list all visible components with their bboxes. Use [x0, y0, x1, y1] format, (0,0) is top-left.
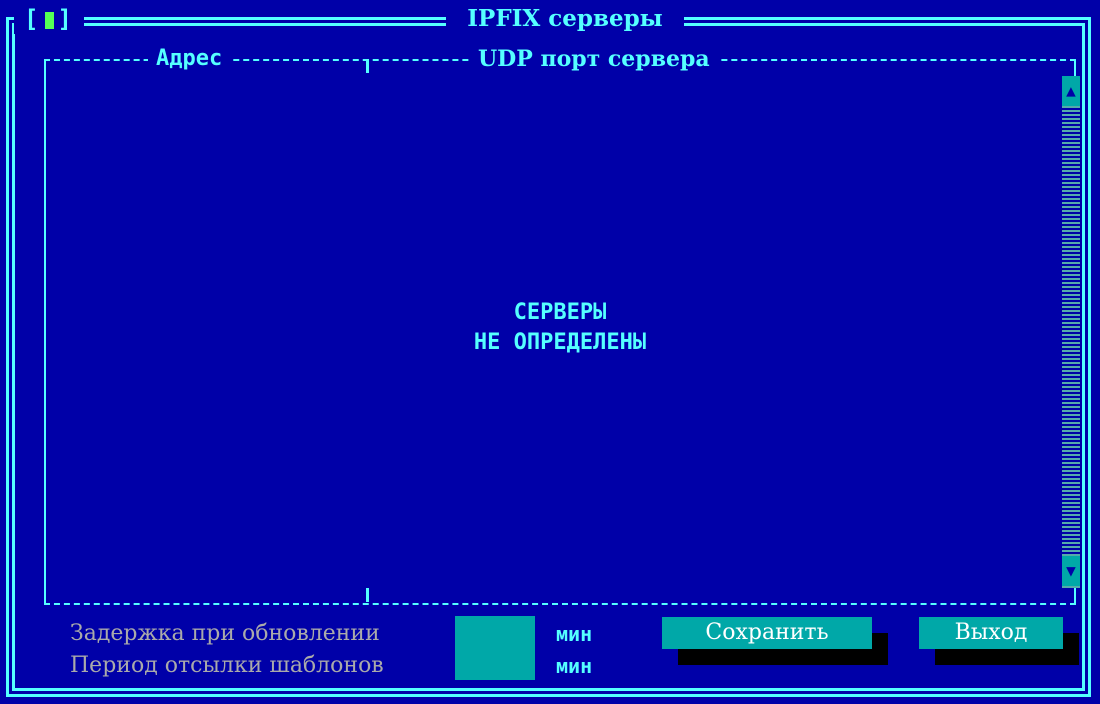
- empty-message-line-1: СЕРВЕРЫ: [513, 300, 607, 325]
- scroll-down-button[interactable]: ▼: [1062, 556, 1080, 586]
- arrow-down-icon: ▼: [1066, 561, 1076, 580]
- list-frame-left: [44, 61, 46, 603]
- close-button[interactable]: []: [14, 4, 84, 34]
- update-delay-input[interactable]: [455, 616, 535, 648]
- list-scrollbar[interactable]: [1062, 76, 1080, 588]
- exit-button[interactable]: Выход: [919, 617, 1063, 649]
- arrow-up-icon: ▲: [1066, 81, 1076, 100]
- template-period-input[interactable]: [455, 648, 535, 680]
- save-button[interactable]: Сохранить: [662, 617, 872, 649]
- update-delay-label: Задержка при обновлении: [70, 621, 380, 646]
- column-header-udp-port: UDP порт сервера: [470, 44, 718, 74]
- window-title: IPFIX серверы: [446, 4, 684, 34]
- column-divider-top: [366, 59, 369, 73]
- close-icon: [44, 12, 54, 29]
- empty-list-message: СЕРВЕРЫ НЕ ОПРЕДЕЛЕНЫ: [340, 298, 780, 358]
- ipfix-servers-window: [] IPFIX серверы Адрес UDP порт сервера …: [0, 0, 1100, 704]
- empty-message-line-2: НЕ ОПРЕДЕЛЕНЫ: [473, 330, 647, 355]
- scroll-up-button[interactable]: ▲: [1062, 76, 1080, 106]
- column-header-address: Адрес: [148, 44, 231, 74]
- column-divider-bottom: [366, 588, 369, 602]
- update-delay-unit: мин: [556, 622, 593, 646]
- template-period-label: Период отсылки шаблонов: [70, 653, 384, 678]
- template-period-unit: мин: [556, 654, 593, 678]
